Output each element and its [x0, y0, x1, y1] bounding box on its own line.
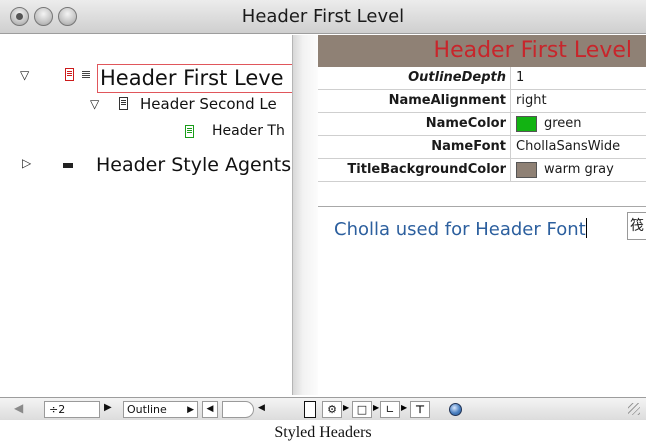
outline-topic-header-style-agents[interactable]: Header Style Agents	[96, 154, 291, 176]
note-shape-icon[interactable]: □	[352, 401, 372, 418]
bottom-toolbar: ◀ ÷2 ▶ Outline ▶ ◀ ◀ ⚙ ▶ □ ▶ ∟ ▶ ⊤	[0, 397, 646, 420]
property-value[interactable]: 1	[516, 67, 524, 89]
property-name: OutlineDepth	[318, 67, 511, 89]
link-style-icon[interactable]: ∟	[380, 401, 400, 418]
property-row-outline-depth[interactable]: OutlineDepth 1	[318, 67, 646, 90]
figure-caption: Styled Headers	[274, 424, 372, 441]
note-text-area[interactable]: Cholla used for Header Font 筏	[318, 206, 646, 395]
scroll-slider[interactable]	[222, 401, 254, 418]
popup-arrow-icon[interactable]: ▶	[343, 403, 349, 412]
dash-icon[interactable]	[63, 163, 73, 168]
scroll-left-arrow-icon[interactable]: ◀	[258, 403, 265, 413]
back-arrow-icon[interactable]: ◀	[14, 401, 36, 418]
popup-arrow-icon[interactable]: ▶	[373, 403, 379, 412]
expand-triangle-icon[interactable]: ▽	[20, 68, 29, 82]
note-menu-button[interactable]: 筏	[627, 212, 646, 240]
property-value[interactable]: ChollaSansWide	[516, 136, 620, 158]
outline-pane[interactable]: ▽ Header First Leve ▽ Header Second Le H…	[0, 35, 292, 395]
title-bar: Header First Level	[0, 0, 646, 34]
zoom-popup-arrow-icon[interactable]: ▶	[104, 402, 112, 413]
property-value[interactable]: green	[544, 113, 582, 135]
red-document-icon[interactable]	[65, 68, 74, 81]
color-swatch-green[interactable]	[516, 116, 537, 132]
popup-arrow-icon[interactable]: ▶	[401, 403, 407, 412]
property-value[interactable]: right	[516, 90, 547, 112]
property-row-title-background-color[interactable]: TitleBackgroundColor warm gray	[318, 159, 646, 182]
agent-action-icon[interactable]: ⚙	[322, 401, 342, 418]
expand-triangle-icon[interactable]: ▽	[90, 97, 99, 111]
zoom-field[interactable]: ÷2	[44, 401, 100, 418]
note-text[interactable]: Cholla used for Header Font	[334, 217, 604, 242]
green-document-icon[interactable]	[185, 125, 194, 138]
note-text-content: Cholla used for Header Font	[334, 219, 586, 240]
pin-icon[interactable]: ⊤	[410, 401, 430, 418]
property-row-name-color[interactable]: NameColor green	[318, 113, 646, 136]
document-icon[interactable]	[119, 97, 128, 110]
outline-topic-header-second-level[interactable]: Header Second Le	[140, 95, 277, 113]
property-row-name-alignment[interactable]: NameAlignment right	[318, 90, 646, 113]
resize-grip-icon[interactable]	[628, 403, 640, 415]
app-window: Header First Level ▽ Header First Leve ▽…	[0, 0, 646, 420]
outline-topic-header-first-level[interactable]: Header First Leve	[97, 64, 292, 93]
globe-icon[interactable]	[449, 403, 462, 416]
note-indicator-icon[interactable]	[82, 71, 90, 79]
inspector-pane: Header First Level OutlineDepth 1 NameAl…	[318, 35, 646, 395]
view-mode-popup[interactable]: Outline ▶	[123, 401, 198, 418]
outline-topic-header-third-level[interactable]: Header Th	[212, 123, 285, 139]
pane-splitter[interactable]	[292, 35, 318, 395]
checkbox[interactable]	[304, 401, 316, 418]
collapsed-triangle-icon[interactable]: ▷	[22, 156, 31, 170]
color-swatch-warm-gray[interactable]	[516, 162, 537, 178]
text-caret	[585, 218, 587, 238]
view-mode-label: Outline	[127, 403, 167, 416]
property-name: NameFont	[318, 136, 511, 158]
property-name: NameAlignment	[318, 90, 511, 112]
window-title: Header First Level	[241, 6, 405, 27]
inspector-header: Header First Level	[318, 35, 646, 67]
prev-arrow-icon[interactable]: ◀	[202, 401, 218, 418]
property-name: TitleBackgroundColor	[318, 159, 511, 181]
property-value[interactable]: warm gray	[544, 159, 614, 181]
property-row-name-font[interactable]: NameFont ChollaSansWide	[318, 136, 646, 159]
property-name: NameColor	[318, 113, 511, 135]
popup-arrow-icon: ▶	[187, 405, 194, 415]
